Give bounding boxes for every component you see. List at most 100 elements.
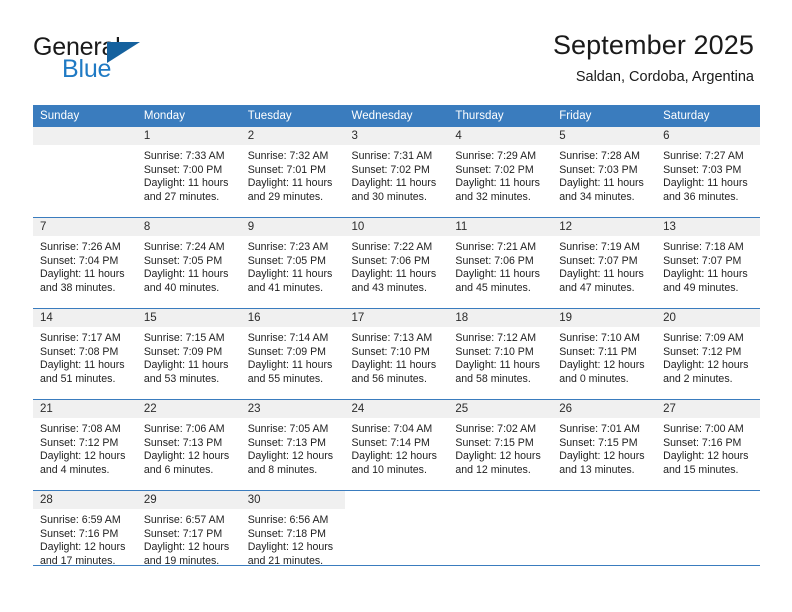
day-cell-11[interactable]: 11 Sunrise: 7:21 AM Sunset: 7:06 PM Dayligh… (448, 217, 553, 309)
logo-triangle-icon (107, 42, 140, 63)
daylight-text-line1: Daylight: 12 hours (559, 450, 645, 463)
calendar-week-row: 7 Sunrise: 7:26 AM Sunset: 7:04 PM Daylight… (33, 217, 760, 309)
day-cell-25[interactable]: 25 Sunrise: 7:02 AM Sunset: 7:15 PM Dayligh… (448, 399, 553, 491)
day-cell-inner (33, 127, 137, 217)
day-sun-info: Sunrise: 7:02 AM Sunset: 7:15 PM Daylight:… (448, 418, 552, 477)
calendar-week-row: 28 Sunrise: 6:59 AM Sunset: 7:16 PM Dayligh… (33, 490, 760, 581)
day-number: 15 (136, 309, 241, 327)
sunset-text: Sunset: 7:03 PM (559, 163, 638, 176)
sunrise-text: Sunrise: 7:13 AM (351, 332, 433, 344)
sunset-text: Sunset: 7:15 PM (559, 436, 638, 449)
sunrise-text: Sunrise: 7:32 AM (247, 150, 329, 162)
day-cell-29[interactable]: 29 Sunrise: 6:57 AM Sunset: 7:17 PM Dayligh… (136, 490, 241, 581)
day-number: 25 (448, 400, 553, 418)
day-cell-30[interactable]: 30 Sunrise: 6:56 AM Sunset: 7:18 PM Dayligh… (240, 490, 345, 581)
day-cell-inner: 21 Sunrise: 7:08 AM Sunset: 7:12 PM Dayligh… (33, 400, 137, 490)
day-number: 12 (552, 218, 657, 236)
sunrise-text: Sunrise: 7:06 AM (143, 423, 225, 435)
day-cell-8[interactable]: 8 Sunrise: 7:24 AM Sunset: 7:05 PM Daylight… (136, 217, 241, 309)
daylight-text-line1: Daylight: 11 hours (143, 359, 229, 372)
sunset-text: Sunset: 7:14 PM (351, 436, 430, 449)
sunset-text: Sunset: 7:15 PM (455, 436, 534, 449)
day-cell-1[interactable]: 1 Sunrise: 7:33 AM Sunset: 7:00 PM Daylight… (136, 127, 241, 218)
daylight-text-line2: and 12 minutes. (455, 463, 531, 476)
day-cell-20[interactable]: 20 Sunrise: 7:09 AM Sunset: 7:12 PM Dayligh… (656, 308, 760, 400)
day-cell-22[interactable]: 22 Sunrise: 7:06 AM Sunset: 7:13 PM Dayligh… (136, 399, 241, 491)
day-cell-10[interactable]: 10 Sunrise: 7:22 AM Sunset: 7:06 PM Dayligh… (344, 217, 449, 309)
daylight-text-line1: Daylight: 11 hours (40, 268, 125, 281)
sunrise-text: Sunrise: 7:01 AM (559, 423, 640, 435)
day-cell-5[interactable]: 5 Sunrise: 7:28 AM Sunset: 7:03 PM Daylight… (552, 127, 657, 218)
day-cell-7[interactable]: 7 Sunrise: 7:26 AM Sunset: 7:04 PM Daylight… (33, 217, 137, 309)
day-number: 10 (344, 218, 449, 236)
day-cell-17[interactable]: 17 Sunrise: 7:13 AM Sunset: 7:10 PM Dayligh… (344, 308, 449, 400)
sunrise-text: Sunrise: 6:59 AM (40, 514, 121, 526)
daylight-text-line2: and 19 minutes. (143, 554, 220, 567)
day-sun-info: Sunrise: 6:56 AM Sunset: 7:18 PM Daylight:… (241, 509, 345, 568)
day-cell-inner: 18 Sunrise: 7:12 AM Sunset: 7:10 PM Dayligh… (448, 309, 553, 399)
day-cell-18[interactable]: 18 Sunrise: 7:12 AM Sunset: 7:10 PM Dayligh… (448, 308, 553, 400)
day-number: 4 (448, 127, 553, 145)
day-cell-inner: 19 Sunrise: 7:10 AM Sunset: 7:11 PM Dayligh… (552, 309, 657, 399)
calendar-page: General Blue September 2025 Saldan, Cord… (0, 0, 792, 612)
day-sun-info: Sunrise: 7:00 AM Sunset: 7:16 PM Daylight:… (656, 418, 760, 477)
day-cell-empty (656, 490, 760, 581)
day-sun-info: Sunrise: 7:17 AM Sunset: 7:08 PM Daylight:… (33, 327, 137, 386)
day-sun-info: Sunrise: 7:19 AM Sunset: 7:07 PM Daylight:… (552, 236, 656, 295)
page-title: September 2025 (552, 30, 754, 60)
day-cell-12[interactable]: 12 Sunrise: 7:19 AM Sunset: 7:07 PM Dayligh… (552, 217, 657, 309)
weekday-header-tuesday: Tuesday (240, 105, 345, 127)
daylight-text-line1: Daylight: 11 hours (559, 268, 644, 281)
day-cell-27[interactable]: 27 Sunrise: 7:00 AM Sunset: 7:16 PM Dayligh… (656, 399, 760, 491)
day-cell-21[interactable]: 21 Sunrise: 7:08 AM Sunset: 7:12 PM Dayligh… (33, 399, 137, 491)
sunset-text: Sunset: 7:09 PM (247, 345, 327, 358)
sunrise-text: Sunrise: 7:19 AM (559, 241, 640, 253)
day-cell-inner: 28 Sunrise: 6:59 AM Sunset: 7:16 PM Dayligh… (33, 491, 137, 581)
day-cell-3[interactable]: 3 Sunrise: 7:31 AM Sunset: 7:02 PM Daylight… (344, 127, 449, 218)
sunset-text: Sunset: 7:07 PM (559, 254, 638, 267)
sunrise-text: Sunrise: 7:08 AM (40, 423, 121, 435)
day-cell-24[interactable]: 24 Sunrise: 7:04 AM Sunset: 7:14 PM Dayligh… (344, 399, 449, 491)
sunrise-text: Sunrise: 7:21 AM (455, 241, 537, 253)
daylight-text-line1: Daylight: 11 hours (247, 177, 333, 190)
day-number: 5 (552, 127, 657, 145)
daylight-text-line1: Daylight: 11 hours (40, 359, 125, 372)
day-cell-16[interactable]: 16 Sunrise: 7:14 AM Sunset: 7:09 PM Dayligh… (240, 308, 345, 400)
weekday-header-monday: Monday (136, 105, 241, 127)
day-cell-2[interactable]: 2 Sunrise: 7:32 AM Sunset: 7:01 PM Daylight… (240, 127, 345, 218)
daylight-text-line2: and 6 minutes. (143, 463, 214, 476)
calendar-week-row: 21 Sunrise: 7:08 AM Sunset: 7:12 PM Dayligh… (33, 399, 760, 491)
day-cell-empty (33, 127, 137, 218)
day-cell-6[interactable]: 6 Sunrise: 7:27 AM Sunset: 7:03 PM Daylight… (656, 127, 760, 218)
day-number: 17 (344, 309, 449, 327)
calendar-week-row: 1 Sunrise: 7:33 AM Sunset: 7:00 PM Daylight… (33, 127, 760, 218)
daylight-text-line2: and 29 minutes. (247, 190, 324, 203)
sunset-text: Sunset: 7:11 PM (559, 345, 637, 358)
sunrise-text: Sunrise: 7:29 AM (455, 150, 537, 162)
day-cell-26[interactable]: 26 Sunrise: 7:01 AM Sunset: 7:15 PM Dayligh… (552, 399, 657, 491)
day-cell-4[interactable]: 4 Sunrise: 7:29 AM Sunset: 7:02 PM Daylight… (448, 127, 553, 218)
calendar-body: 1 Sunrise: 7:33 AM Sunset: 7:00 PM Daylight… (33, 127, 760, 581)
day-cell-15[interactable]: 15 Sunrise: 7:15 AM Sunset: 7:09 PM Dayligh… (136, 308, 241, 400)
day-cell-28[interactable]: 28 Sunrise: 6:59 AM Sunset: 7:16 PM Dayligh… (33, 490, 137, 581)
day-cell-inner: 17 Sunrise: 7:13 AM Sunset: 7:10 PM Dayligh… (344, 309, 449, 399)
daylight-text-line1: Daylight: 12 hours (40, 541, 126, 554)
daylight-text-line1: Daylight: 12 hours (455, 450, 541, 463)
sunset-text: Sunset: 7:08 PM (40, 345, 119, 358)
day-cell-23[interactable]: 23 Sunrise: 7:05 AM Sunset: 7:13 PM Dayligh… (240, 399, 345, 491)
general-blue-logo[interactable]: General Blue (33, 33, 213, 85)
day-sun-info: Sunrise: 7:26 AM Sunset: 7:04 PM Daylight:… (33, 236, 137, 295)
day-sun-info: Sunrise: 7:24 AM Sunset: 7:05 PM Daylight:… (137, 236, 241, 295)
day-cell-9[interactable]: 9 Sunrise: 7:23 AM Sunset: 7:05 PM Daylight… (240, 217, 345, 309)
day-cell-13[interactable]: 13 Sunrise: 7:18 AM Sunset: 7:07 PM Dayligh… (656, 217, 760, 309)
day-cell-empty (552, 490, 657, 581)
sunset-text: Sunset: 7:02 PM (351, 163, 430, 176)
day-cell-19[interactable]: 19 Sunrise: 7:10 AM Sunset: 7:11 PM Dayligh… (552, 308, 657, 400)
day-sun-info: Sunrise: 7:06 AM Sunset: 7:13 PM Daylight:… (137, 418, 241, 477)
day-cell-14[interactable]: 14 Sunrise: 7:17 AM Sunset: 7:08 PM Dayligh… (33, 308, 137, 400)
day-number: 7 (33, 218, 137, 236)
sunrise-text: Sunrise: 7:22 AM (351, 241, 433, 253)
daylight-text-line2: and 38 minutes. (40, 281, 116, 294)
calendar-week-row: 14 Sunrise: 7:17 AM Sunset: 7:08 PM Dayligh… (33, 308, 760, 400)
day-cell-inner: 27 Sunrise: 7:00 AM Sunset: 7:16 PM Dayligh… (656, 400, 760, 490)
